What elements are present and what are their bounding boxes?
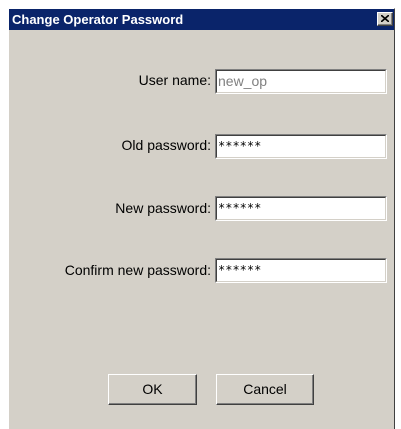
user-name-label: User name: [138, 72, 211, 88]
user-name-field: new_op [215, 69, 387, 94]
title-bar[interactable]: Change Operator Password [9, 9, 394, 30]
old-password-label: Old password: [121, 137, 211, 153]
cancel-button[interactable]: Cancel [216, 374, 314, 405]
window-title: Change Operator Password [12, 12, 184, 27]
new-password-label: New password: [115, 200, 211, 216]
confirm-password-value[interactable]: ****** [216, 259, 386, 282]
confirm-password-label: Confirm new password: [64, 262, 211, 278]
change-password-dialog: Change Operator Password User name: new_… [8, 8, 395, 429]
old-password-value[interactable]: ****** [216, 135, 386, 158]
new-password-field[interactable]: ****** [215, 196, 387, 221]
close-button[interactable] [377, 12, 393, 26]
ok-button[interactable]: OK [108, 374, 197, 405]
user-name-value: new_op [216, 70, 386, 93]
confirm-password-field[interactable]: ****** [215, 258, 387, 283]
close-icon [381, 15, 389, 22]
old-password-field[interactable]: ****** [215, 134, 387, 159]
new-password-value[interactable]: ****** [216, 197, 386, 220]
